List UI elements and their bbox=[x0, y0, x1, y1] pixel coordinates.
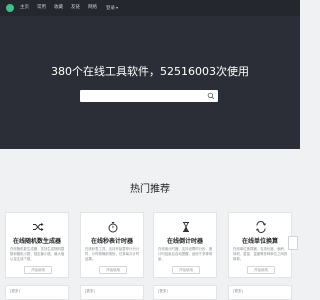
shuffle-icon bbox=[33, 222, 44, 232]
card-description: 在线单位换算器，支持长度、面积、体积、重量、温度等多种单位之间的换算。 bbox=[233, 247, 288, 261]
start-button[interactable]: 开始使用 bbox=[247, 266, 275, 274]
card-description: 在线随机数生成器，支持生成随机整数和随机小数，指定最小值、最大值以及生成个数。 bbox=[10, 247, 65, 261]
card-title: 在线随机数生成器 bbox=[12, 238, 61, 245]
search-input[interactable] bbox=[84, 92, 202, 100]
nav-item-home[interactable]: 主页 bbox=[20, 4, 29, 12]
more-link[interactable]: [更多] bbox=[10, 289, 20, 294]
stopwatch-icon bbox=[108, 222, 118, 233]
tool-card[interactable]: [更多] bbox=[80, 285, 144, 300]
search-icon[interactable] bbox=[207, 92, 215, 100]
top-nav: 主页 常用 收藏 友链 网络 登录▾ bbox=[0, 0, 300, 16]
tool-card-unit-convert[interactable]: 在线单位换算 在线单位换算器，支持长度、面积、体积、重量、温度等多种单位之间的换… bbox=[228, 212, 292, 278]
nav-item-favorites[interactable]: 收藏 bbox=[54, 4, 63, 12]
card-description: 在线倒计时器，支持设置时分秒，倒计时结束后自动提醒，适用于多种场景。 bbox=[158, 247, 213, 261]
card-title: 在线单位换算 bbox=[241, 238, 278, 245]
start-button[interactable]: 开始使用 bbox=[172, 266, 200, 274]
start-button[interactable]: 开始使用 bbox=[24, 266, 52, 274]
search-box bbox=[80, 90, 218, 102]
nav-item-login[interactable]: 登录▾ bbox=[106, 4, 118, 13]
side-float-button[interactable] bbox=[288, 236, 298, 250]
tool-card-stopwatch[interactable]: 在线秒表计时器 在线秒表工具，支持开始暂停计分计时，计时精确到毫秒，记录每次计时… bbox=[80, 212, 144, 278]
tool-card[interactable]: [更多] bbox=[5, 285, 69, 300]
tool-card[interactable]: [更多] bbox=[228, 285, 292, 300]
logo-icon[interactable] bbox=[6, 4, 14, 12]
nav-item-common[interactable]: 常用 bbox=[37, 4, 46, 12]
tool-card[interactable]: [更多] bbox=[153, 285, 217, 300]
card-title: 在线秒表计时器 bbox=[90, 238, 133, 245]
chevron-down-icon: ▾ bbox=[116, 5, 119, 10]
hero-banner: 主页 常用 收藏 友链 网络 登录▾ 380个在线工具软件，52516003次使… bbox=[0, 0, 300, 149]
more-link[interactable]: [更多] bbox=[158, 289, 168, 294]
hourglass-icon bbox=[183, 222, 189, 232]
nav-item-network[interactable]: 网络 bbox=[88, 4, 97, 12]
section-title: 热门推荐 bbox=[130, 184, 170, 195]
card-description: 在线秒表工具，支持开始暂停计分计时，计时精确到毫秒，记录每次计时结果。 bbox=[85, 247, 140, 261]
more-link[interactable]: [更多] bbox=[85, 289, 95, 294]
nav-item-login-label: 登录 bbox=[106, 6, 115, 11]
start-button[interactable]: 开始使用 bbox=[99, 266, 127, 274]
tool-card-countdown[interactable]: 在线倒计时器 在线倒计时器，支持设置时分秒，倒计时结束后自动提醒，适用于多种场景… bbox=[153, 212, 217, 278]
nav-item-links[interactable]: 友链 bbox=[71, 4, 80, 12]
hero-title: 380个在线工具软件，52516003次使用 bbox=[51, 65, 249, 78]
swap-icon bbox=[255, 221, 267, 233]
card-title: 在线倒计时器 bbox=[166, 238, 203, 245]
tool-card-random[interactable]: 在线随机数生成器 在线随机数生成器，支持生成随机整数和随机小数，指定最小值、最大… bbox=[5, 212, 69, 278]
more-link[interactable]: [更多] bbox=[233, 289, 243, 294]
